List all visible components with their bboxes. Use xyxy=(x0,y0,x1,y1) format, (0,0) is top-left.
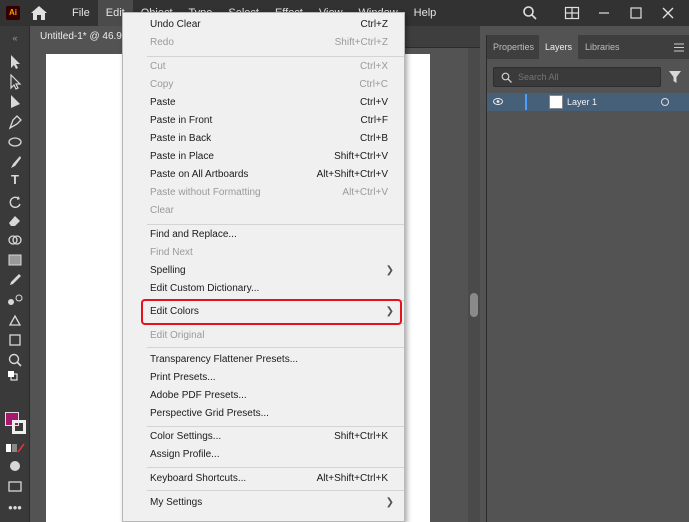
layer-name[interactable]: Layer 1 xyxy=(567,93,597,111)
menu-item-edit-original[interactable]: Edit Original xyxy=(123,327,404,345)
menu-separator xyxy=(147,426,404,427)
tab-layers[interactable]: Layers xyxy=(539,35,579,59)
artboard-tool-icon[interactable] xyxy=(7,332,23,348)
blend-tool-icon[interactable] xyxy=(7,292,23,308)
magic-wand-tool-icon[interactable] xyxy=(7,94,23,110)
menu-item-paste-in-place[interactable]: Paste in Place Shift+Ctrl+V xyxy=(123,148,404,166)
brush-tool-icon[interactable] xyxy=(7,154,23,170)
draw-mode-icon[interactable] xyxy=(7,458,23,474)
menu-item-paste-in-back[interactable]: Paste in Back Ctrl+B xyxy=(123,130,404,148)
layer-target-icon[interactable] xyxy=(661,98,669,106)
layer-row[interactable]: Layer 1 xyxy=(487,93,689,111)
more-tools-icon[interactable]: ••• xyxy=(7,500,23,516)
layer-color-indicator xyxy=(525,94,527,110)
visibility-eye-icon[interactable] xyxy=(493,98,503,105)
eraser-tool-icon[interactable] xyxy=(7,212,23,228)
home-icon[interactable] xyxy=(30,5,48,21)
menu-item-paste-without-formatting[interactable]: Paste without Formatting Alt+Ctrl+V xyxy=(123,184,404,202)
menu-item-cut[interactable]: Cut Ctrl+X xyxy=(123,58,404,76)
layers-search-input[interactable] xyxy=(518,70,656,84)
menu-item-undo-clear[interactable]: Undo Clear Ctrl+Z xyxy=(123,16,404,34)
menu-help[interactable]: Help xyxy=(406,0,445,26)
layer-thumbnail xyxy=(549,95,563,109)
menu-item-assign-profile[interactable]: Assign Profile... xyxy=(123,446,404,464)
search-icon[interactable] xyxy=(522,5,538,21)
menu-item-perspective-grid-presets[interactable]: Perspective Grid Presets... xyxy=(123,405,404,423)
menu-item-transparency-flattener-presets[interactable]: Transparency Flattener Presets... xyxy=(123,351,404,369)
zoom-tool-icon[interactable] xyxy=(7,352,23,368)
menu-separator xyxy=(147,467,404,468)
close-icon[interactable] xyxy=(660,5,676,21)
shape-builder-tool-icon[interactable] xyxy=(7,232,23,248)
filter-icon[interactable] xyxy=(669,71,681,83)
panel-menu-icon[interactable] xyxy=(674,43,684,52)
document-tab[interactable]: Untitled-1* @ 46.98 xyxy=(30,26,130,48)
menu-item-spelling[interactable]: Spelling ❯ xyxy=(123,262,404,280)
ellipse-tool-icon[interactable] xyxy=(7,134,23,150)
menu-item-paste-on-all-artboards[interactable]: Paste on All Artboards Alt+Shift+Ctrl+V xyxy=(123,166,404,184)
layers-panel: Properties Layers Libraries Layer 1 xyxy=(486,35,689,522)
menu-item-edit-custom-dictionary[interactable]: Edit Custom Dictionary... xyxy=(123,280,404,298)
submenu-arrow-icon: ❯ xyxy=(385,265,394,276)
minimize-icon[interactable] xyxy=(596,5,612,21)
eyedropper-tool-icon[interactable] xyxy=(7,272,23,288)
menu-file[interactable]: File xyxy=(64,0,98,26)
menu-item-clear[interactable]: Clear xyxy=(123,202,404,220)
tools-panel: « T ••• xyxy=(0,26,30,522)
menu-item-find-next[interactable]: Find Next xyxy=(123,244,404,262)
menu-item-find-and-replace[interactable]: Find and Replace... xyxy=(123,226,404,244)
stroke-color-swatch[interactable] xyxy=(12,420,26,434)
layers-search-icon xyxy=(501,72,512,83)
app-logo: Ai xyxy=(6,6,20,20)
direct-selection-tool-icon[interactable] xyxy=(7,74,23,90)
scrollbar-thumb[interactable] xyxy=(470,293,478,317)
gradient-tool-icon[interactable] xyxy=(7,252,23,268)
pen-tool-icon[interactable] xyxy=(7,114,23,130)
menu-item-paste-in-front[interactable]: Paste in Front Ctrl+F xyxy=(123,112,404,130)
color-mode-icons[interactable] xyxy=(5,440,25,456)
tab-properties[interactable]: Properties xyxy=(487,35,540,59)
menu-item-adobe-pdf-presets[interactable]: Adobe PDF Presets... xyxy=(123,387,404,405)
menu-separator xyxy=(147,490,404,491)
default-fill-stroke-icon[interactable] xyxy=(7,370,19,382)
menu-separator xyxy=(147,56,404,57)
panel-tab-bar: Properties Layers Libraries xyxy=(487,35,689,59)
menu-item-paste[interactable]: Paste Ctrl+V xyxy=(123,94,404,112)
screen-mode-icon[interactable] xyxy=(7,478,23,494)
menu-item-keyboard-shortcuts[interactable]: Keyboard Shortcuts... Alt+Shift+Ctrl+K xyxy=(123,470,404,488)
edit-menu-dropdown: Undo Clear Ctrl+Z Redo Shift+Ctrl+Z Cut Ctr… xyxy=(122,12,405,522)
symbol-sprayer-tool-icon[interactable] xyxy=(7,312,23,328)
selection-tool-icon[interactable] xyxy=(7,54,23,70)
menu-separator xyxy=(147,224,404,225)
submenu-arrow-icon: ❯ xyxy=(385,497,394,508)
toolbar-collapse-icon[interactable]: « xyxy=(7,30,23,46)
layers-search[interactable] xyxy=(493,67,661,87)
restore-icon[interactable] xyxy=(628,5,644,21)
menu-item-copy[interactable]: Copy Ctrl+C xyxy=(123,76,404,94)
edit-colors-highlight xyxy=(141,299,402,325)
rotate-tool-icon[interactable] xyxy=(7,194,23,210)
tab-libraries[interactable]: Libraries xyxy=(579,35,626,59)
type-tool-icon[interactable]: T xyxy=(7,172,23,188)
menu-item-print-presets[interactable]: Print Presets... xyxy=(123,369,404,387)
menu-item-my-settings[interactable]: My Settings ❯ xyxy=(123,494,404,512)
menu-item-color-settings[interactable]: Color Settings... Shift+Ctrl+K xyxy=(123,428,404,446)
vertical-scrollbar[interactable] xyxy=(468,48,480,522)
menu-item-redo[interactable]: Redo Shift+Ctrl+Z xyxy=(123,34,404,52)
arrange-documents-icon[interactable] xyxy=(564,5,580,21)
menu-separator xyxy=(147,347,404,348)
